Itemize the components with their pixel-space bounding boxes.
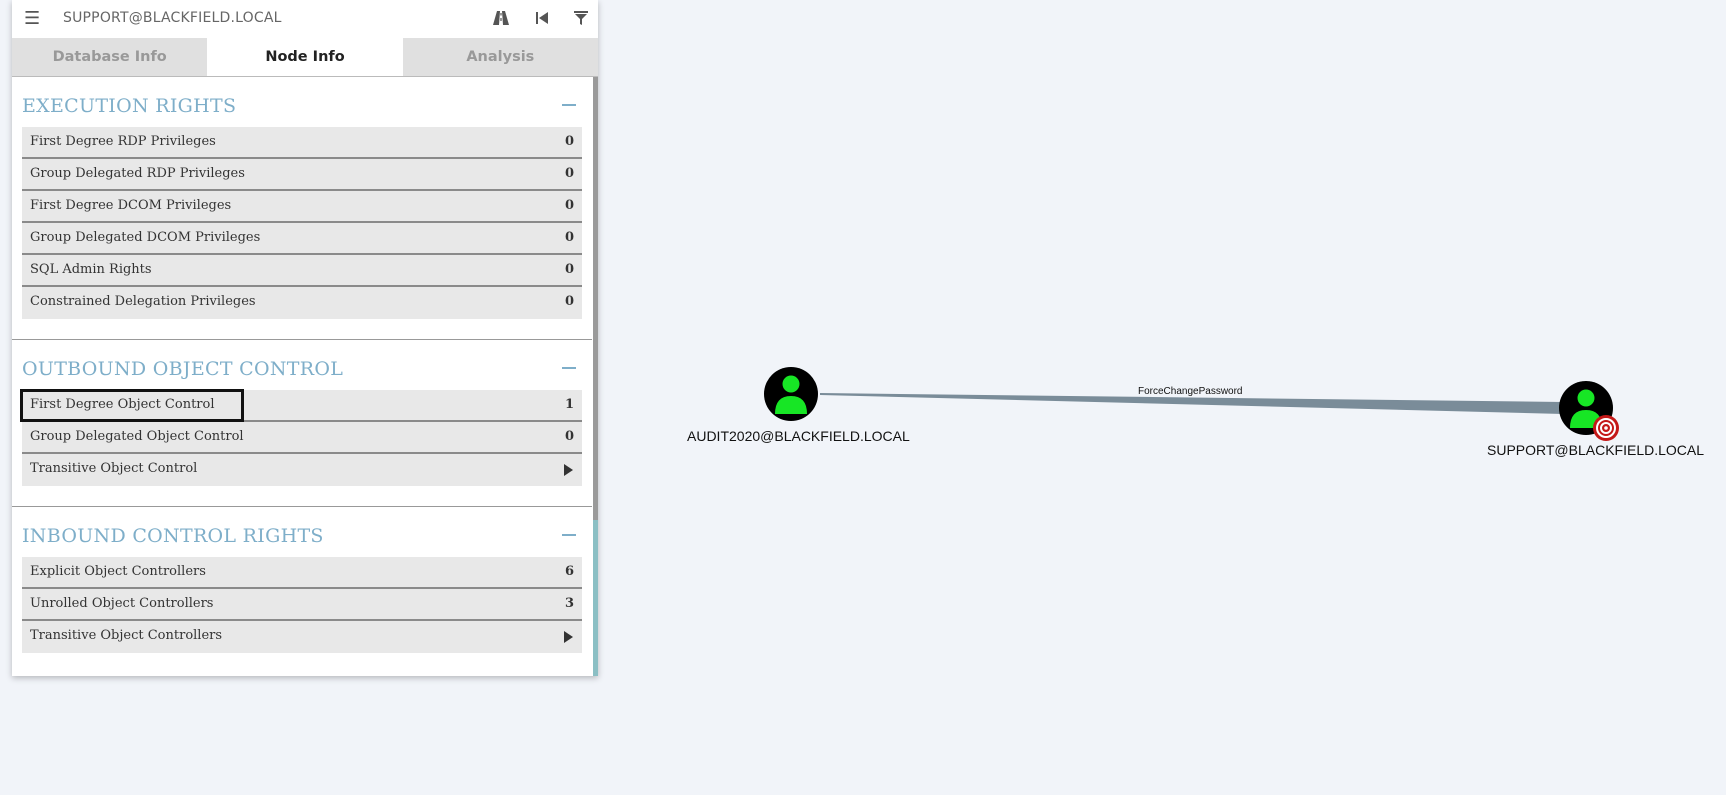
row-label: Group Delegated RDP Privileges xyxy=(30,166,245,181)
row-group-delegated-object-control[interactable]: Group Delegated Object Control 0 xyxy=(22,422,582,454)
user-icon xyxy=(782,375,800,393)
row-label: Explicit Object Controllers xyxy=(30,564,206,579)
filter-icon[interactable] xyxy=(572,9,590,27)
scrollbar-highlight xyxy=(593,520,598,676)
row-value: 0 xyxy=(564,262,574,277)
pathfinding-road-icon[interactable] xyxy=(492,9,510,27)
expand-arrow-icon[interactable] xyxy=(564,631,573,643)
row-label: Group Delegated DCOM Privileges xyxy=(30,230,261,245)
edge-label[interactable]: ForceChangePassword xyxy=(1138,386,1243,397)
row-value: 0 xyxy=(564,134,574,149)
tab-bar: Database Info Node Info Analysis xyxy=(12,38,598,76)
target-icon xyxy=(1593,415,1619,441)
row-label: Unrolled Object Controllers xyxy=(30,596,214,611)
row-label: Constrained Delegation Privileges xyxy=(30,294,256,309)
collapse-icon[interactable] xyxy=(562,104,576,106)
row-value: 0 xyxy=(564,166,574,181)
section-outbound-object-control: OUTBOUND OBJECT CONTROL First Degree Obj… xyxy=(12,340,592,507)
row-unrolled-object-controllers[interactable]: Unrolled Object Controllers 3 xyxy=(22,589,582,621)
tab-database-info[interactable]: Database Info xyxy=(12,38,208,76)
row-label: Transitive Object Control xyxy=(30,461,198,476)
search-bar: ☰ SUPPORT@BLACKFIELD.LOCAL xyxy=(12,0,598,39)
search-input[interactable]: SUPPORT@BLACKFIELD.LOCAL xyxy=(63,10,282,26)
row-label: Transitive Object Controllers xyxy=(30,628,223,643)
node-label-audit2020: AUDIT2020@BLACKFIELD.LOCAL xyxy=(687,428,910,444)
node-support[interactable] xyxy=(1559,381,1619,441)
row-label: First Degree RDP Privileges xyxy=(30,134,216,149)
section-title: EXECUTION RIGHTS xyxy=(22,95,237,117)
tab-analysis[interactable]: Analysis xyxy=(402,38,598,76)
section-header[interactable]: INBOUND CONTROL RIGHTS xyxy=(12,507,592,557)
row-group-delegated-dcom[interactable]: Group Delegated DCOM Privileges 0 xyxy=(22,223,582,255)
row-value: 3 xyxy=(564,596,574,611)
collapse-icon[interactable] xyxy=(562,367,576,369)
back-icon[interactable] xyxy=(533,9,551,27)
row-transitive-object-control[interactable]: Transitive Object Control xyxy=(22,454,582,486)
row-first-degree-dcom[interactable]: First Degree DCOM Privileges 0 xyxy=(22,191,582,223)
row-transitive-object-controllers[interactable]: Transitive Object Controllers xyxy=(22,621,582,653)
row-label: First Degree Object Control xyxy=(30,397,215,412)
row-explicit-object-controllers[interactable]: Explicit Object Controllers 6 xyxy=(22,557,582,589)
row-label: Group Delegated Object Control xyxy=(30,429,244,444)
collapse-icon[interactable] xyxy=(562,534,576,536)
row-label: SQL Admin Rights xyxy=(30,262,152,277)
row-group-delegated-rdp[interactable]: Group Delegated RDP Privileges 0 xyxy=(22,159,582,191)
expand-arrow-icon[interactable] xyxy=(564,464,573,476)
row-value: 0 xyxy=(564,294,574,309)
section-inbound-control-rights: INBOUND CONTROL RIGHTS Explicit Object C… xyxy=(12,507,592,653)
row-first-degree-object-control[interactable]: First Degree Object Control 1 xyxy=(20,389,582,422)
tab-node-info[interactable]: Node Info xyxy=(207,38,403,76)
row-constrained-delegation[interactable]: Constrained Delegation Privileges 0 xyxy=(22,287,582,319)
section-header[interactable]: OUTBOUND OBJECT CONTROL xyxy=(12,340,592,390)
node-label-support: SUPPORT@BLACKFIELD.LOCAL xyxy=(1487,442,1705,458)
row-value: 0 xyxy=(564,230,574,245)
section-execution-rights: EXECUTION RIGHTS First Degree RDP Privil… xyxy=(12,77,592,340)
scrollbar-thumb[interactable] xyxy=(593,77,598,520)
node-info-panel: ☰ SUPPORT@BLACKFIELD.LOCAL Database Info… xyxy=(12,0,598,676)
row-label: First Degree DCOM Privileges xyxy=(30,198,232,213)
row-value: 0 xyxy=(564,429,574,444)
section-divider xyxy=(12,319,592,340)
row-sql-admin[interactable]: SQL Admin Rights 0 xyxy=(22,255,582,287)
section-divider xyxy=(12,486,592,507)
row-value: 6 xyxy=(564,564,574,579)
row-value: 1 xyxy=(564,397,574,412)
node-info-content[interactable]: EXECUTION RIGHTS First Degree RDP Privil… xyxy=(12,77,592,676)
hamburger-menu-icon[interactable]: ☰ xyxy=(24,8,44,30)
user-icon xyxy=(1577,389,1595,407)
node-audit2020[interactable] xyxy=(764,367,818,421)
row-first-degree-rdp[interactable]: First Degree RDP Privileges 0 xyxy=(22,127,582,159)
row-value: 0 xyxy=(564,198,574,213)
section-header[interactable]: EXECUTION RIGHTS xyxy=(12,77,592,127)
section-title: INBOUND CONTROL RIGHTS xyxy=(22,525,324,547)
section-title: OUTBOUND OBJECT CONTROL xyxy=(22,358,344,380)
